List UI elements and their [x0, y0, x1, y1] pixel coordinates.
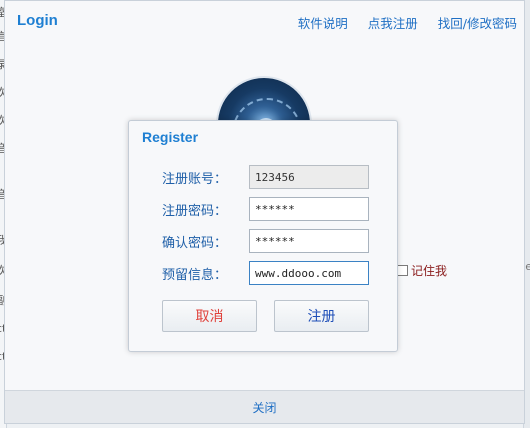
- confirm-password-label: 确认密码：: [162, 236, 228, 251]
- confirm-password-input[interactable]: [249, 229, 369, 253]
- register-dialog: Register 注册账号： 注册密码： 确认密码： 预留信息： 取消 注册: [128, 120, 398, 352]
- cancel-button[interactable]: 取消: [162, 300, 257, 332]
- confirm-password-row: 确认密码：: [129, 229, 397, 253]
- submit-register-button[interactable]: 注册: [274, 300, 369, 332]
- password-row: 注册密码：: [129, 197, 397, 221]
- reserved-info-label: 预留信息：: [162, 268, 228, 283]
- register-link[interactable]: 点我注册: [368, 13, 418, 32]
- reserved-info-input[interactable]: [249, 261, 369, 285]
- remember-me[interactable]: 记住我: [397, 262, 447, 279]
- password-label: 注册密码：: [162, 204, 228, 219]
- reserved-info-row: 预留信息：: [129, 261, 397, 285]
- close-button[interactable]: 关闭: [252, 399, 276, 416]
- close-bar: 关闭: [5, 390, 524, 423]
- top-links: 软件说明 点我注册 找回/修改密码: [298, 13, 517, 32]
- remember-me-checkbox[interactable]: [397, 265, 408, 276]
- remember-me-label: 记住我: [411, 264, 448, 278]
- account-row: 注册账号：: [129, 165, 397, 189]
- software-info-link[interactable]: 软件说明: [298, 13, 348, 32]
- recover-password-link[interactable]: 找回/修改密码: [438, 13, 517, 32]
- register-title: Register: [142, 129, 199, 145]
- account-input[interactable]: [249, 165, 369, 189]
- login-title: Login: [17, 12, 58, 29]
- account-label: 注册账号：: [162, 172, 228, 187]
- background-text-fragment: e: [525, 260, 530, 273]
- password-input[interactable]: [249, 197, 369, 221]
